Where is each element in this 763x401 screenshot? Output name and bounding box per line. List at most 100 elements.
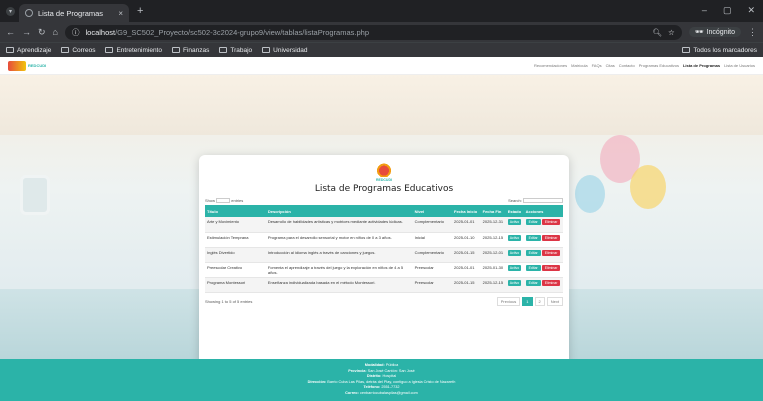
nav-citas[interactable]: Citas <box>606 63 615 68</box>
tab-search-icon[interactable]: ▾ <box>6 6 15 16</box>
background-window <box>20 175 50 215</box>
nav-faqs[interactable]: FAQs <box>592 63 602 68</box>
folder-icon <box>6 47 14 53</box>
favicon-icon <box>25 9 33 17</box>
entries-select[interactable] <box>216 198 231 204</box>
status-badge: Activo <box>507 234 522 241</box>
site-info-icon[interactable]: ⓘ <box>72 27 80 38</box>
window-controls: – ▢ ✕ <box>702 5 755 16</box>
reload-icon[interactable]: ↻ <box>38 27 46 38</box>
card-logo <box>373 161 395 177</box>
page-title: Lista de Programas Educativos <box>314 184 454 194</box>
site-navbar: REDCUDI Recomendaciones Matrícula FAQs C… <box>0 57 763 75</box>
col-fecha-fin[interactable]: Fecha Fin <box>480 205 506 218</box>
page-button-2[interactable]: 2 <box>534 296 545 306</box>
incognito-icon: 🕶︎ <box>694 29 704 36</box>
bookmark-trabajo[interactable]: Trabajo <box>219 47 252 54</box>
edit-button[interactable]: Editar <box>525 264 541 271</box>
card-brand: REDCUDI <box>376 178 392 182</box>
site-footer: Modalidad: Pública Provincia: San José C… <box>0 359 763 401</box>
table-row: Inglés Divertido Introducción al idioma … <box>205 247 563 263</box>
previous-button[interactable]: Previous <box>496 296 521 306</box>
folder-icon <box>171 47 180 53</box>
col-nivel[interactable]: Nivel <box>412 205 453 218</box>
edit-button[interactable]: Editar <box>525 279 541 286</box>
status-badge: Activo <box>507 279 522 286</box>
table-header-row: Título Descripción Nivel Fecha Inicio Fe… <box>205 205 563 218</box>
menu-icon[interactable]: ⋮ <box>748 27 757 38</box>
site-logo[interactable] <box>8 60 26 71</box>
address-bar[interactable]: ⓘ localhost/G9_SC502_Proyecto/sc502-3c20… <box>64 24 682 40</box>
programs-card: REDCUDI Lista de Programas Educativos Sh… <box>199 155 569 368</box>
delete-button[interactable]: Eliminar <box>541 264 561 271</box>
bookmark-aprendizaje[interactable]: Aprendizaje <box>6 47 51 54</box>
folder-icon <box>61 47 70 53</box>
star-icon[interactable]: ☆ <box>668 28 675 37</box>
folder-icon <box>219 47 228 53</box>
nav-lista-programas[interactable]: Lista de Programas <box>683 63 720 68</box>
status-badge: Activo <box>507 249 522 256</box>
delete-button[interactable]: Eliminar <box>541 219 561 226</box>
site-brand: REDCUDI <box>28 63 47 68</box>
delete-button[interactable]: Eliminar <box>541 249 561 256</box>
nav-lista-usuarios[interactable]: Lista de Usuarios <box>724 63 755 68</box>
page-button-1[interactable]: 1 <box>522 296 533 306</box>
table-controls: Show entries Search: <box>205 198 563 204</box>
nav-matricula[interactable]: Matrícula <box>571 63 587 68</box>
programs-table: Título Descripción Nivel Fecha Inicio Fe… <box>205 205 563 293</box>
url-host: localhost <box>85 27 116 37</box>
nav-recomendaciones[interactable]: Recomendaciones <box>534 63 567 68</box>
delete-button[interactable]: Eliminar <box>541 234 561 241</box>
minimize-icon[interactable]: – <box>702 5 707 16</box>
table-info: Showing 1 to 5 of 5 entries <box>205 298 253 304</box>
web-page: REDCUDI Recomendaciones Matrícula FAQs C… <box>0 57 763 401</box>
edit-button[interactable]: Editar <box>525 234 541 241</box>
edit-button[interactable]: Editar <box>525 249 541 256</box>
maximize-icon[interactable]: ▢ <box>723 5 732 16</box>
status-badge: Activo <box>507 219 522 226</box>
hero-background: REDCUDI Lista de Programas Educativos Sh… <box>0 75 763 368</box>
delete-button[interactable]: Eliminar <box>541 279 561 286</box>
col-fecha-inicio[interactable]: Fecha Inicio <box>452 205 481 218</box>
table-footer: Showing 1 to 5 of 5 entries Previous 1 2… <box>205 296 563 306</box>
table-row: Arte y Movimiento Desarrollo de habilida… <box>205 217 563 233</box>
new-tab-button[interactable]: + <box>137 5 143 17</box>
nav-programas[interactable]: Programas Educativos <box>639 63 679 68</box>
home-icon[interactable]: ⌂ <box>53 27 58 37</box>
all-bookmarks[interactable]: Todos los marcadores <box>682 47 757 54</box>
bookmark-finanzas[interactable]: Finanzas <box>171 47 209 54</box>
col-descripcion[interactable]: Descripción <box>265 205 413 218</box>
close-tab-icon[interactable]: × <box>118 9 123 18</box>
nav-contacto[interactable]: Contacto <box>619 63 635 68</box>
forward-icon[interactable]: → <box>22 27 31 37</box>
pagination: Previous 1 2 Next <box>496 296 563 306</box>
col-acciones: Acciones <box>523 205 563 218</box>
ceiling-decoration <box>0 75 763 135</box>
footer-correo: Correo: cenbarriocubalaspilas@gmail.com <box>345 390 418 395</box>
bookmarks-bar: Aprendizaje Correos Entretenimiento Fina… <box>0 42 763 57</box>
balloon-decoration <box>575 175 605 213</box>
incognito-badge[interactable]: 🕶︎ Incógnito <box>688 27 741 37</box>
browser-tab[interactable]: Lista de Programas × <box>19 4 129 22</box>
next-button[interactable]: Next <box>546 296 563 306</box>
browser-tab-bar: ▾ Lista de Programas × + – ▢ ✕ <box>0 0 763 22</box>
zoom-icon[interactable]: 🔍︎ <box>652 28 662 37</box>
bookmark-correos[interactable]: Correos <box>61 47 95 54</box>
bookmark-entretenimiento[interactable]: Entretenimiento <box>105 47 162 54</box>
folder-icon <box>682 47 691 53</box>
folder-icon <box>262 47 271 53</box>
status-badge: Activo <box>507 264 522 271</box>
back-icon[interactable]: ← <box>6 27 15 37</box>
site-nav-links: Recomendaciones Matrícula FAQs Citas Con… <box>534 63 755 68</box>
balloon-decoration <box>630 165 666 209</box>
bookmark-universidad[interactable]: Universidad <box>262 47 308 54</box>
table-row: Estimulación Temprana Programa para el d… <box>205 232 563 248</box>
col-estado[interactable]: Estado <box>505 205 524 218</box>
search-input[interactable] <box>523 198 563 204</box>
col-titulo[interactable]: Título <box>205 205 266 218</box>
folder-icon <box>105 47 114 53</box>
edit-button[interactable]: Editar <box>525 219 541 226</box>
tab-title: Lista de Programas <box>38 8 104 18</box>
toolbar: ← → ↻ ⌂ ⓘ localhost/G9_SC502_Proyecto/sc… <box>0 22 763 42</box>
close-window-icon[interactable]: ✕ <box>747 5 755 16</box>
